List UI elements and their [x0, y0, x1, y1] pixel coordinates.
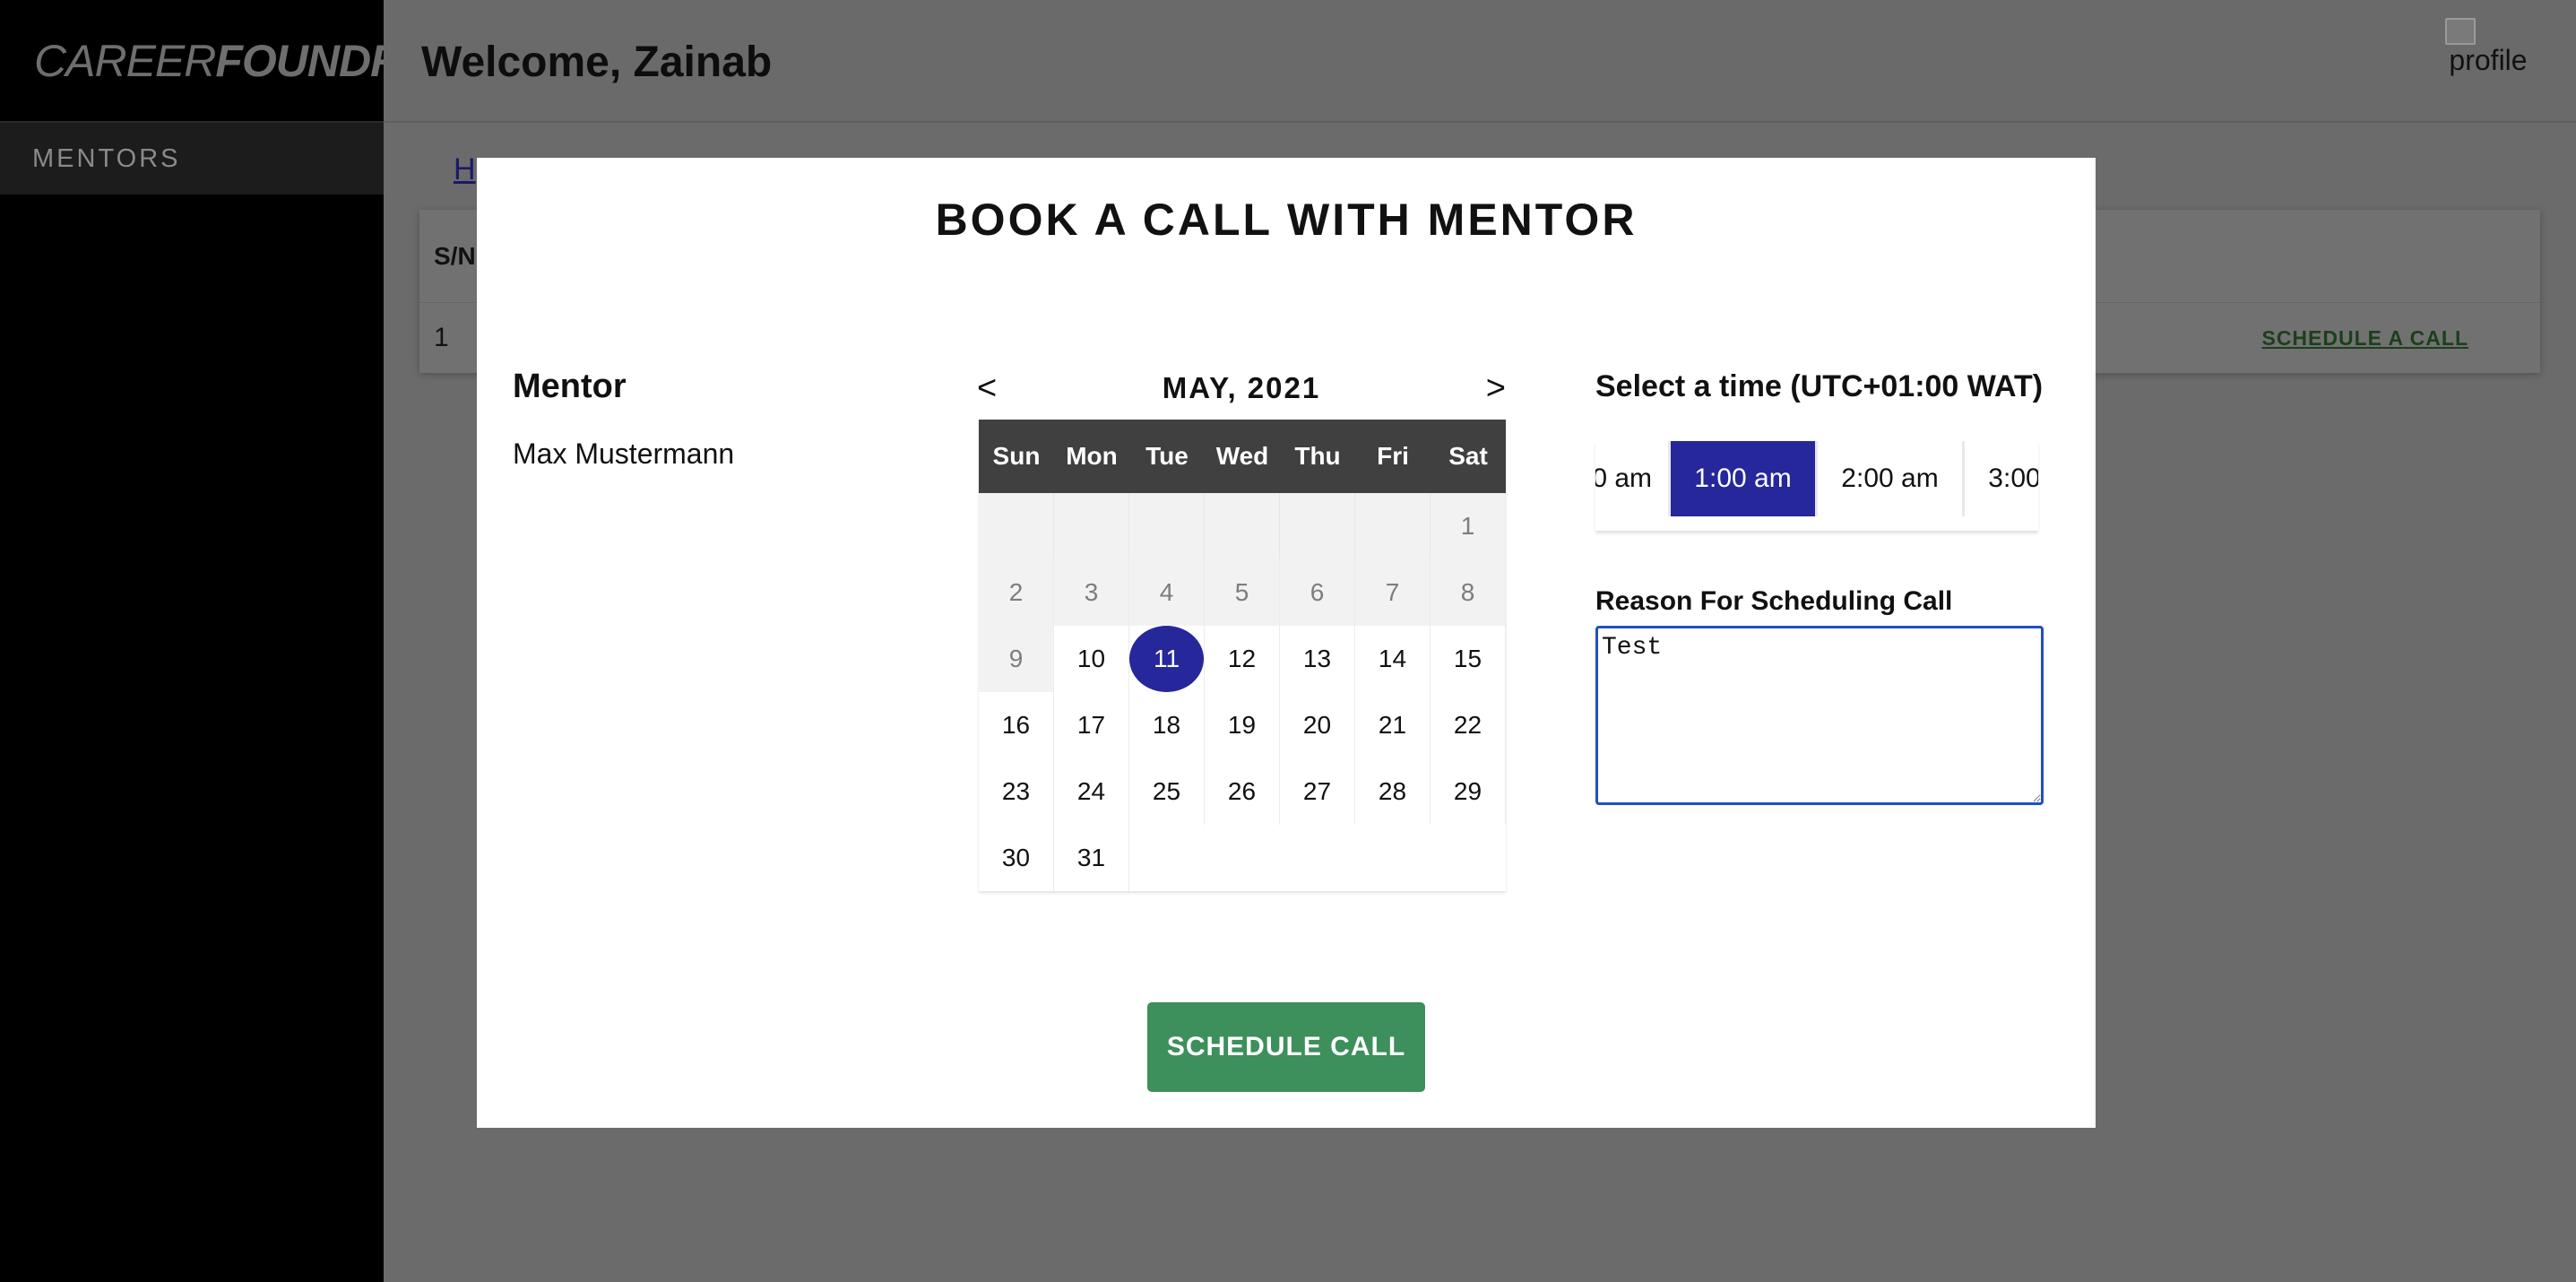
calendar-day[interactable]: 15	[1431, 626, 1506, 692]
weekday-header: Sat	[1431, 420, 1506, 493]
calendar-day[interactable]: 20	[1280, 692, 1355, 758]
calendar-empty-cell	[1280, 825, 1355, 891]
weekday-header: Fri	[1355, 420, 1431, 493]
mentor-heading: Mentor	[513, 368, 627, 405]
calendar-day: 8	[1431, 559, 1506, 626]
calendar-day[interactable]: 18	[1129, 692, 1205, 758]
calendar-day: 1	[1431, 493, 1506, 559]
calendar-day[interactable]: 19	[1205, 692, 1280, 758]
calendar-day[interactable]: 16	[979, 692, 1054, 758]
book-call-modal: BOOK A CALL WITH MENTOR Mentor Max Muste…	[477, 158, 2096, 1128]
profile-avatar[interactable]: profile	[2443, 18, 2533, 81]
calendar-empty-cell	[1280, 493, 1355, 559]
calendar-day[interactable]: 17	[1054, 692, 1129, 758]
careerfoundry-logo[interactable]: CAREER FOUNDRY	[0, 0, 431, 123]
time-slot[interactable]: 12:00 am	[1595, 441, 1671, 516]
time-slot[interactable]: 2:00 am	[1818, 441, 1965, 516]
calendar-day[interactable]: 13	[1280, 626, 1355, 692]
calendar-empty-cell	[1355, 825, 1431, 891]
reason-label: Reason For Scheduling Call	[1595, 586, 1953, 616]
breadcrumb-home-link[interactable]: H	[454, 152, 476, 187]
calendar-empty-cell	[1205, 493, 1280, 559]
calendar-day[interactable]: 30	[979, 825, 1054, 891]
time-slot-selected[interactable]: 1:00 am	[1671, 441, 1818, 516]
sidebar: CAREER FOUNDRY MENTORS	[0, 0, 431, 1282]
time-select-heading: Select a time (UTC+01:00 WAT)	[1595, 369, 2044, 403]
time-slot[interactable]: 3:00 am	[1965, 441, 2038, 516]
calendar-day: 3	[1054, 559, 1129, 626]
welcome-heading: Welcome, Zainab	[421, 39, 773, 86]
calendar-day-selected[interactable]: 11	[1129, 626, 1205, 692]
time-slot-scroller[interactable]: 12:00 am1:00 am2:00 am3:00 am	[1595, 441, 2038, 531]
selected-day-marker: 11	[1129, 626, 1204, 692]
schedule-call-button[interactable]: SCHEDULE CALL	[1147, 1002, 1425, 1092]
time-slot-track: 12:00 am1:00 am2:00 am3:00 am	[1595, 441, 2038, 516]
calendar-day[interactable]: 29	[1431, 758, 1506, 825]
schedule-a-call-link[interactable]: SCHEDULE A CALL	[2261, 326, 2468, 351]
calendar-day[interactable]: 10	[1054, 626, 1129, 692]
calendar-empty-cell	[1431, 825, 1506, 891]
mentor-name: Max Mustermann	[513, 437, 735, 470]
calendar: < MAY, 2021 > Sun Mon Tue Wed Thu Fri Sat 1 2 3 4 5…	[977, 369, 1506, 891]
calendar-nav: < MAY, 2021 >	[977, 369, 1506, 420]
calendar-day[interactable]: 12	[1205, 626, 1280, 692]
calendar-empty-cell	[1129, 825, 1205, 891]
broken-image-icon	[2445, 18, 2476, 45]
calendar-empty-cell	[1355, 493, 1431, 559]
calendar-day[interactable]: 21	[1355, 692, 1431, 758]
weekday-header: Mon	[1054, 420, 1129, 493]
weekday-header: Tue	[1129, 420, 1205, 493]
table-header-sn: S/N	[434, 241, 476, 270]
profile-alt-text: profile	[2449, 44, 2528, 76]
calendar-day: 2	[979, 559, 1054, 626]
logo-text-light: CAREER	[34, 35, 216, 86]
sidebar-item-label: MENTORS	[32, 143, 181, 173]
top-bar: Welcome, Zainab profile	[384, 0, 2576, 123]
reason-textarea[interactable]: Test	[1595, 626, 2044, 805]
table-cell-sn: 1	[434, 323, 449, 352]
calendar-day[interactable]: 14	[1355, 626, 1431, 692]
weekday-header: Thu	[1280, 420, 1355, 493]
calendar-day[interactable]: 24	[1054, 758, 1129, 825]
weekday-header: Sun	[979, 420, 1054, 493]
calendar-day[interactable]: 26	[1205, 758, 1280, 825]
calendar-day: 4	[1129, 559, 1205, 626]
modal-title: BOOK A CALL WITH MENTOR	[935, 195, 1638, 245]
calendar-day: 5	[1205, 559, 1280, 626]
weekday-header: Wed	[1205, 420, 1280, 493]
calendar-grid: Sun Mon Tue Wed Thu Fri Sat 1 2 3 4 5 6 7 8 9 10 11 12 13 14…	[979, 420, 1506, 891]
calendar-day[interactable]: 25	[1129, 758, 1205, 825]
calendar-day[interactable]: 31	[1054, 825, 1129, 891]
calendar-empty-cell	[1054, 493, 1129, 559]
next-month-button[interactable]: >	[1486, 369, 1506, 408]
calendar-month-label: MAY, 2021	[1162, 371, 1321, 404]
calendar-day[interactable]: 23	[979, 758, 1054, 825]
calendar-day: 7	[1355, 559, 1431, 626]
calendar-empty-cell	[979, 493, 1054, 559]
calendar-empty-cell	[1129, 493, 1205, 559]
calendar-empty-cell	[1205, 825, 1280, 891]
sidebar-item-mentors[interactable]: MENTORS	[0, 123, 384, 195]
calendar-day: 6	[1280, 559, 1355, 626]
calendar-day[interactable]: 27	[1280, 758, 1355, 825]
calendar-day[interactable]: 22	[1431, 692, 1506, 758]
calendar-day[interactable]: 28	[1355, 758, 1431, 825]
calendar-day: 9	[979, 626, 1054, 692]
